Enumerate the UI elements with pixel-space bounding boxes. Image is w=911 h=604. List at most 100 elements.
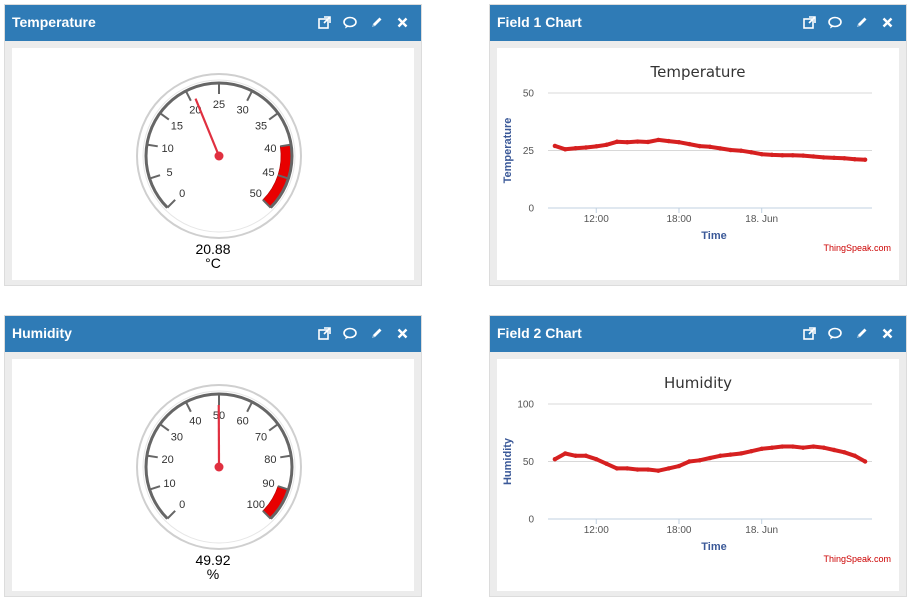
data-point: [583, 453, 589, 458]
y-tick-label: 50: [523, 89, 535, 100]
widget-title: Field 2 Chart: [497, 325, 582, 341]
gauge-tick-label: 30: [236, 105, 248, 117]
data-point: [573, 146, 578, 151]
y-axis-title: Temperature: [502, 118, 514, 184]
field1-chart-widget: Field 1 Chart Temperature 0 25 50 12:00 18:0…: [489, 4, 907, 286]
gauge-pivot: [214, 151, 224, 161]
pencil-icon[interactable]: [367, 13, 385, 31]
x-tick-label: 12:00: [584, 214, 609, 225]
close-icon[interactable]: [393, 13, 411, 31]
gauge-tick-label: 35: [255, 120, 267, 132]
close-icon[interactable]: [878, 13, 896, 31]
data-point: [728, 147, 733, 153]
data-point: [769, 445, 775, 450]
data-point: [563, 147, 568, 152]
humidity-gauge-widget: Humidity 0102030405060708090100 49.92 %: [4, 315, 422, 597]
pencil-icon[interactable]: [852, 13, 870, 31]
gauge-tick-label: 5: [166, 167, 172, 179]
widget-header: Field 1 Chart: [490, 5, 906, 41]
data-point: [656, 137, 661, 143]
data-point: [594, 457, 599, 462]
data-point: [645, 139, 651, 145]
data-point: [852, 157, 857, 162]
x-axis-title: Time: [701, 230, 726, 242]
external-link-icon[interactable]: [315, 13, 333, 31]
data-point: [821, 155, 826, 160]
close-icon[interactable]: [393, 324, 411, 342]
x-tick-label: 18. Jun: [745, 214, 778, 225]
comment-icon[interactable]: [341, 324, 359, 342]
data-point: [780, 444, 785, 449]
field2-chart-widget: Field 2 Chart Humidity 0 50 100 12:00 18:00 1…: [489, 315, 907, 597]
gauge-tick-label: 50: [250, 188, 262, 200]
data-point: [707, 144, 713, 150]
data-point: [614, 139, 620, 144]
data-point: [563, 451, 568, 456]
y-tick-label: 0: [528, 204, 534, 215]
data-point: [604, 461, 609, 466]
x-tick-label: 12:00: [584, 525, 609, 536]
data-point: [552, 457, 558, 462]
data-point: [583, 145, 589, 150]
data-point: [800, 153, 806, 158]
widget-title: Temperature: [12, 14, 96, 30]
comment-icon[interactable]: [826, 324, 844, 342]
comment-icon[interactable]: [341, 13, 359, 31]
close-icon[interactable]: [878, 324, 896, 342]
external-link-icon[interactable]: [800, 324, 818, 342]
widget-body: 0102030405060708090100 49.92 %: [12, 359, 414, 591]
gauge-tick-label: 60: [236, 416, 248, 428]
data-point: [604, 142, 609, 147]
data-point: [666, 466, 671, 471]
data-point: [625, 140, 630, 145]
x-axis-title: Time: [701, 541, 726, 553]
gauge-tick-label: 45: [262, 167, 274, 179]
external-link-icon[interactable]: [315, 324, 333, 342]
data-point: [697, 458, 702, 463]
data-point: [614, 466, 620, 471]
data-point: [718, 453, 723, 458]
data-point: [790, 153, 795, 158]
data-point: [676, 463, 682, 469]
gauge-tick-label: 0: [179, 499, 185, 511]
gauge-tick-label: 30: [171, 431, 183, 443]
widget-body: Humidity 0 50 100 12:00 18:00 18. Jun Time Humi…: [497, 359, 899, 591]
data-point: [687, 459, 692, 464]
data-point: [738, 148, 744, 153]
widget-header: Temperature: [5, 5, 421, 41]
widget-actions: [315, 324, 411, 342]
pencil-icon[interactable]: [367, 324, 385, 342]
gauge-tick-label: 40: [189, 416, 201, 428]
data-point: [625, 466, 630, 471]
data-point: [862, 157, 868, 162]
thingspeak-credit[interactable]: ThingSpeak.com: [823, 243, 891, 253]
widget-header: Humidity: [5, 316, 421, 352]
y-tick-label: 0: [528, 515, 534, 526]
data-point: [676, 140, 682, 145]
gauge-tick-label: 10: [163, 478, 175, 490]
data-point: [552, 143, 558, 149]
data-point: [811, 154, 816, 159]
widget-actions: [800, 324, 896, 342]
data-point: [759, 151, 764, 157]
data-point: [842, 450, 847, 455]
data-point: [697, 143, 702, 149]
data-point: [811, 444, 816, 449]
gauge-tick-label: 40: [264, 143, 276, 155]
thingspeak-credit[interactable]: ThingSpeak.com: [823, 554, 891, 564]
data-point: [738, 451, 744, 456]
widget-title: Field 1 Chart: [497, 14, 582, 30]
gauge-tick-label: 20: [162, 454, 174, 466]
gauge-pivot: [214, 462, 224, 472]
pencil-icon[interactable]: [852, 324, 870, 342]
data-point: [594, 144, 599, 149]
y-tick-label: 100: [517, 400, 534, 411]
widget-actions: [800, 13, 896, 31]
comment-icon[interactable]: [826, 13, 844, 31]
data-point: [635, 467, 640, 472]
data-point: [831, 155, 837, 161]
data-point: [800, 445, 806, 450]
x-tick-label: 18. Jun: [745, 525, 778, 536]
external-link-icon[interactable]: [800, 13, 818, 31]
data-point: [573, 453, 578, 458]
